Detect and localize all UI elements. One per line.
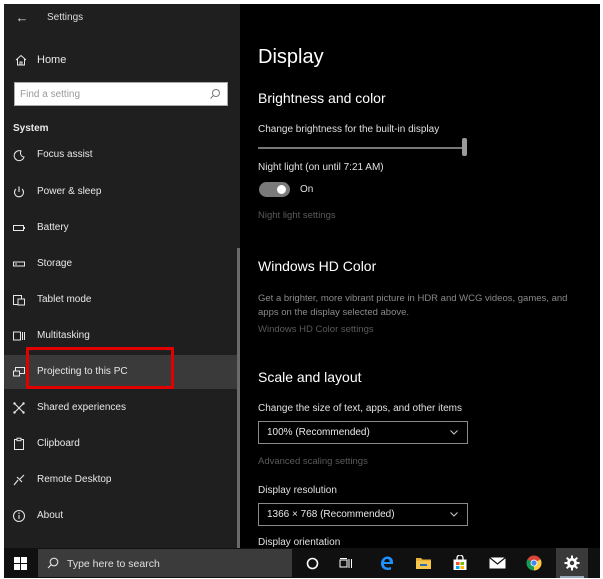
resolution-dropdown-value: 1366 × 768 (Recommended) [267,509,395,520]
sidebar-item-label: Projecting to this PC [37,366,128,377]
store-icon [453,555,467,570]
display-resolution-label: Display resolution [258,485,337,496]
edge-button[interactable] [373,548,401,578]
sidebar-item-label: Remote Desktop [37,474,112,485]
battery-icon [13,225,25,231]
brightness-slider-label: Change brightness for the built-in displ… [258,124,440,135]
text-size-label: Change the size of text, apps, and other… [258,403,463,414]
windows-start-icon [13,556,27,570]
start-button[interactable] [4,548,36,578]
chrome-icon [526,555,542,571]
page-title: Display [258,46,324,68]
sidebar-item-label: Power & sleep [37,186,102,197]
sidebar-item-label: Multitasking [37,330,90,341]
active-indicator [560,576,584,578]
night-light-state: On [300,184,314,195]
sidebar-item-label: Focus assist [37,149,93,160]
taskbar-search[interactable]: Type here to search [38,549,292,577]
sidebar-item-storage[interactable]: Storage [4,247,240,281]
task-view-icon [339,557,352,568]
sidebar-item-clipboard[interactable]: Clipboard [4,427,240,461]
clipboard-icon [14,437,24,450]
sidebar-item-tablet-mode[interactable]: Tablet mode [4,283,240,317]
chrome-button[interactable] [520,548,548,578]
sidebar-item-multitasking[interactable]: Multitasking [4,319,240,353]
heading-scale-and-layout: Scale and layout [258,369,362,385]
multitasking-icon [13,331,25,341]
power-icon [13,186,25,198]
storage-icon [13,261,25,267]
shared-experiences-icon [13,402,25,414]
display-orientation-label: Display orientation [258,537,341,548]
night-light-toggle[interactable] [259,182,290,197]
file-explorer-button[interactable] [409,548,437,578]
back-arrow-icon[interactable]: ← [14,10,30,25]
sidebar-item-label: Shared experiences [37,402,126,413]
task-view-button[interactable] [334,548,358,578]
sidebar-item-remote-desktop[interactable]: Remote Desktop [4,463,240,497]
sidebar-item-projecting-to-this-pc[interactable]: Projecting to this PC [4,355,240,389]
sidebar-item-label: Tablet mode [37,294,92,305]
sidebar-item-shared-experiences[interactable]: Shared experiences [4,391,240,425]
resolution-dropdown[interactable]: 1366 × 768 (Recommended) [258,503,468,526]
file-explorer-icon [415,558,431,569]
sidebar-item-label: Battery [37,222,69,233]
info-icon [13,510,25,522]
mail-icon [488,557,506,569]
toggle-knob [277,185,286,194]
search-icon[interactable] [208,87,222,101]
remote-desktop-icon [13,474,25,486]
sidebar-item-battery[interactable]: Battery [4,211,240,245]
brightness-slider-thumb[interactable] [462,138,467,156]
search-icon [47,557,59,569]
nav-home[interactable]: Home [4,50,240,72]
chevron-down-icon [450,430,458,435]
find-setting-search[interactable] [14,82,228,106]
advanced-scaling-link[interactable]: Advanced scaling settings [258,456,368,467]
hdr-description: Get a brighter, more vibrant picture in … [258,293,568,318]
search-input[interactable] [20,86,200,102]
section-label-system: System [13,123,49,134]
heading-brightness-and-color: Brightness and color [258,90,386,106]
scale-dropdown-value: 100% (Recommended) [267,427,370,438]
chevron-down-icon [450,512,458,517]
sidebar-item-about[interactable]: About [4,499,240,533]
main-content: Display Brightness and color Change brig… [240,4,600,548]
taskbar: Type here to search [4,548,600,578]
sidebar-item-label: Clipboard [37,438,80,449]
settings-window: ← Settings Home System Focus assist [4,4,600,548]
home-icon [15,54,27,66]
sidebar-item-focus-assist[interactable]: Focus assist [4,143,240,169]
sidebar-item-label: About [37,510,64,521]
cortana-button[interactable] [300,548,324,578]
nav-home-label: Home [37,54,67,66]
edge-icon [381,556,393,570]
window-title: Settings [47,12,84,23]
projecting-icon [13,367,25,377]
cortana-icon [306,557,318,569]
sidebar: ← Settings Home System Focus assist [4,4,240,548]
sidebar-item-label: Storage [37,258,73,269]
night-light-settings-link[interactable]: Night light settings [258,210,336,221]
settings-taskbar-button[interactable] [556,548,588,578]
sidebar-item-power-sleep[interactable]: Power & sleep [4,175,240,209]
brightness-slider-track[interactable] [258,147,464,149]
night-light-label: Night light (on until 7:21 AM) [258,162,384,173]
tablet-mode-icon [13,295,25,306]
scale-dropdown[interactable]: 100% (Recommended) [258,421,468,444]
heading-windows-hd-color: Windows HD Color [258,258,377,274]
mail-button[interactable] [483,548,511,578]
taskbar-search-placeholder: Type here to search [67,558,160,570]
settings-icon [564,555,580,571]
focus-assist-icon [13,150,25,162]
title-bar: ← Settings [4,4,240,32]
store-button[interactable] [446,548,474,578]
hdr-settings-link[interactable]: Windows HD Color settings [258,324,374,335]
